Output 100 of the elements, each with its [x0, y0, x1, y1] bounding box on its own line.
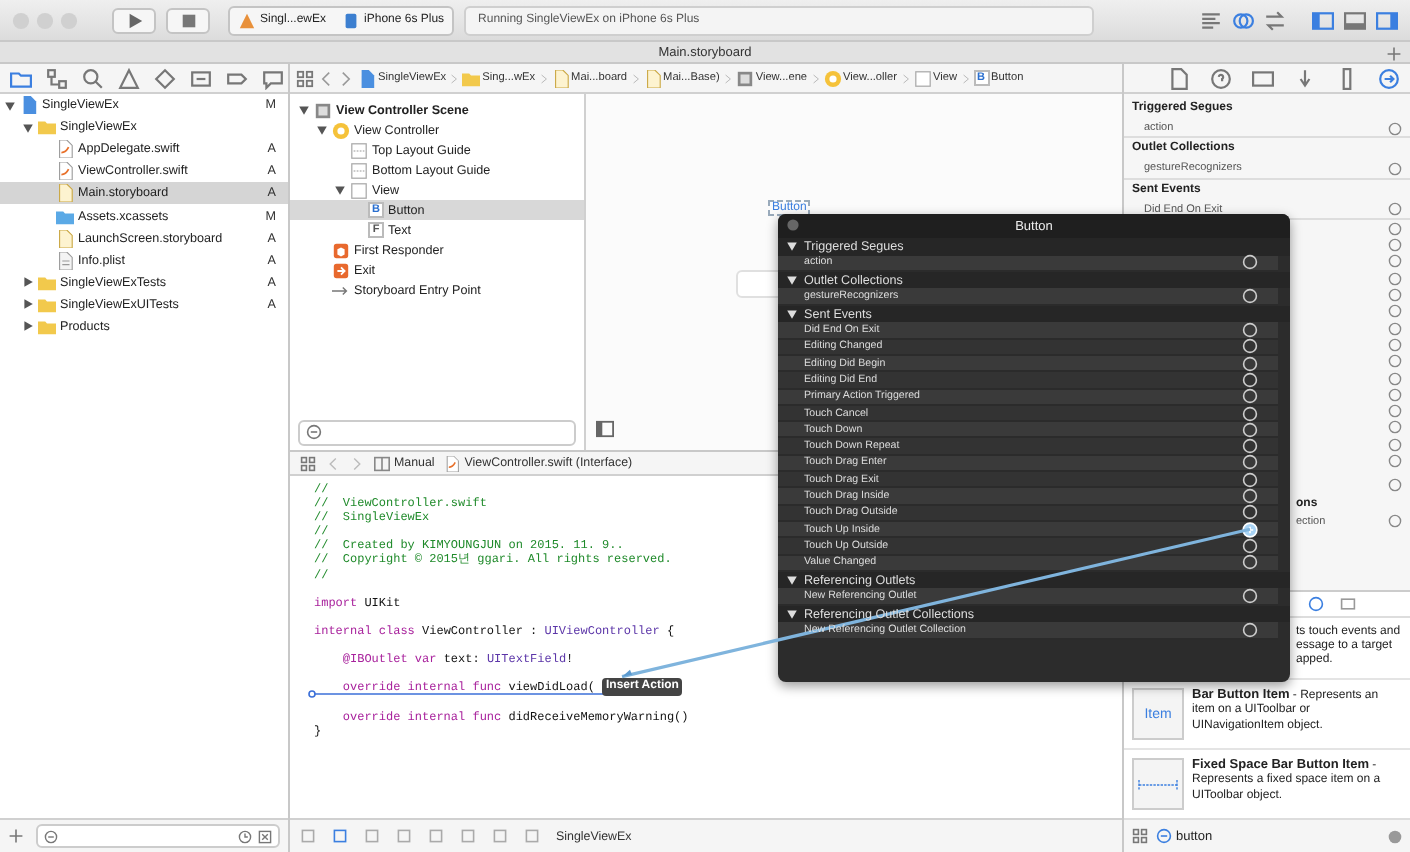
scene-icon	[314, 101, 332, 119]
connection-circle[interactable]	[1242, 288, 1258, 305]
search-icon[interactable]	[82, 67, 104, 89]
disclosure-triangle-icon[interactable]	[316, 124, 328, 136]
project-icon	[358, 69, 376, 87]
connection-circle[interactable]	[1242, 504, 1258, 521]
sidebar-toggle-icon[interactable]	[596, 420, 614, 438]
filter-field[interactable]	[36, 824, 280, 848]
connection-circle[interactable]	[1242, 537, 1258, 554]
help-icon[interactable]	[1210, 67, 1232, 89]
warning-icon[interactable]	[118, 67, 140, 89]
connection-circle[interactable]	[1242, 388, 1258, 405]
connection-circle[interactable]	[1242, 454, 1258, 471]
project-icon	[20, 96, 38, 115]
connection-circle[interactable]	[1242, 554, 1258, 571]
square-icon[interactable]	[300, 828, 316, 844]
split-view-icon	[374, 455, 390, 471]
disclosure-triangle-icon[interactable]	[22, 298, 34, 311]
scene-icon	[735, 69, 754, 87]
chevron-icon	[631, 69, 640, 87]
connection-circle[interactable]	[1242, 355, 1258, 372]
hierarchy-icon[interactable]	[46, 67, 68, 89]
disclosure-triangle-icon[interactable]	[4, 99, 16, 112]
connection-circle[interactable]	[1242, 621, 1258, 638]
chevron-icon	[539, 69, 548, 87]
back-icon[interactable]	[318, 69, 334, 87]
arrow-icon	[332, 281, 350, 299]
connection-circle[interactable]	[1242, 371, 1258, 388]
view-icon	[913, 69, 931, 87]
panel-icon[interactable]	[190, 67, 212, 89]
folder-icon[interactable]	[10, 67, 32, 89]
image-icon[interactable]	[1340, 596, 1356, 612]
arrow-circle-icon[interactable]	[1378, 67, 1400, 89]
disclosure-triangle-icon[interactable]	[786, 608, 798, 621]
disclosure-triangle-icon[interactable]	[22, 276, 34, 289]
exit-icon	[332, 261, 350, 279]
storyboard-file-icon	[551, 69, 570, 87]
swap-arrows-icon[interactable]	[1264, 9, 1286, 31]
view-controller-icon	[823, 69, 842, 87]
filter-icon	[306, 424, 322, 440]
disclosure-triangle-icon[interactable]	[298, 104, 310, 116]
diamond-icon[interactable]	[154, 67, 176, 89]
filter-icon	[1156, 828, 1172, 844]
storyboard-file-icon	[56, 184, 74, 203]
two-circles-icon[interactable]	[1232, 9, 1254, 31]
bottom-panel-icon[interactable]	[1344, 9, 1366, 31]
view-icon	[350, 181, 368, 199]
connection-circle[interactable]	[1242, 322, 1258, 339]
left-panel-icon[interactable]	[1312, 9, 1334, 31]
plist-file-icon	[56, 251, 74, 270]
chevron-icon	[901, 69, 909, 87]
stop-button[interactable]	[166, 7, 210, 33]
disclosure-triangle-icon[interactable]	[786, 574, 798, 587]
chevron-icon	[450, 69, 459, 87]
plus-icon[interactable]	[8, 828, 24, 844]
filter-icon	[44, 829, 58, 843]
speech-bubble-icon[interactable]	[262, 67, 284, 89]
folder-icon	[462, 69, 481, 87]
grid-icon[interactable]	[300, 455, 316, 471]
connection-circle[interactable]	[1242, 254, 1258, 271]
filter-field[interactable]	[298, 419, 576, 445]
forward-icon[interactable]	[338, 69, 354, 87]
disclosure-triangle-icon[interactable]	[334, 184, 346, 196]
disclosure-triangle-icon[interactable]	[786, 308, 798, 321]
folder-icon	[38, 118, 56, 137]
grid-icon[interactable]	[296, 69, 314, 87]
lines-icon[interactable]	[1200, 9, 1222, 31]
connection-circle[interactable]	[1242, 338, 1258, 355]
asset-folder-icon	[56, 207, 74, 226]
id-card-icon[interactable]	[1252, 67, 1274, 89]
swift-file-icon	[56, 140, 74, 159]
slider-down-icon[interactable]	[1294, 67, 1316, 89]
connection-circle[interactable]	[1242, 421, 1258, 438]
run-button[interactable]	[112, 7, 156, 33]
clear-icon[interactable]	[1388, 829, 1402, 843]
chevron-icon	[723, 69, 732, 87]
chevron-icon	[811, 69, 820, 87]
close-icon[interactable]	[786, 218, 800, 232]
connection-circle[interactable]	[1242, 471, 1258, 488]
clock-icon[interactable]	[238, 829, 252, 843]
stop-icon	[179, 11, 197, 29]
layout-guide-icon	[350, 141, 368, 159]
box-icon[interactable]	[258, 829, 272, 843]
grid-icon[interactable]	[1132, 828, 1148, 844]
connection-circle[interactable]	[1242, 588, 1258, 605]
right-panel-icon[interactable]	[1376, 9, 1398, 31]
cube-icon	[332, 241, 350, 259]
circle-icon[interactable]	[1308, 596, 1324, 612]
plus-icon[interactable]	[1386, 46, 1402, 62]
storyboard-file-icon	[643, 69, 662, 87]
connection-circle[interactable]	[1242, 488, 1258, 504]
document-icon[interactable]	[1168, 67, 1190, 89]
disclosure-triangle-icon[interactable]	[22, 121, 34, 134]
connection-circle[interactable]	[1242, 438, 1258, 455]
disclosure-triangle-icon[interactable]	[22, 320, 34, 333]
disclosure-triangle-icon[interactable]	[786, 274, 798, 287]
view-controller-icon	[332, 121, 350, 139]
disclosure-triangle-icon[interactable]	[786, 240, 798, 253]
swift-file-icon	[56, 162, 74, 181]
connection-circle[interactable]	[1242, 405, 1258, 422]
